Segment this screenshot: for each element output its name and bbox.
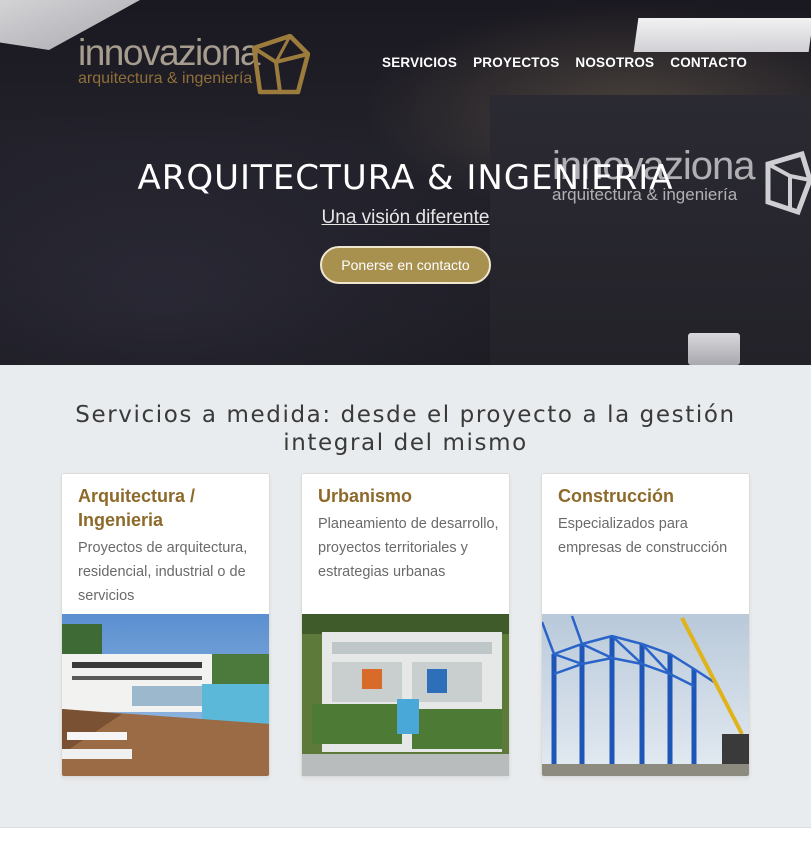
card-image-architecture xyxy=(62,614,269,776)
ceiling-light xyxy=(633,18,811,52)
logo-cube-icon xyxy=(251,34,310,95)
services-section: Servicios a medida: desde el proyecto a … xyxy=(0,365,811,827)
card-title: Urbanismo xyxy=(318,486,413,506)
card-title: Arquitectura / Ingenieria xyxy=(78,486,196,530)
services-heading-line2: integral del mismo xyxy=(283,430,528,456)
nav-proyectos[interactable]: PROYECTOS xyxy=(473,55,559,70)
service-card-arquitectura[interactable]: Arquitectura / Ingenieria Proyectos de a… xyxy=(61,473,270,777)
chair xyxy=(688,333,740,365)
logo-wordmark: innovaziona arquitectura & ingeniería xyxy=(78,32,260,87)
hero-subtitle-link[interactable]: Una visión diferente xyxy=(0,207,811,229)
card-title: Construcción xyxy=(558,486,675,506)
logo-tagline: arquitectura & ingeniería xyxy=(78,70,253,87)
services-heading: Servicios a medida: desde el proyecto a … xyxy=(60,401,751,457)
service-card-urbanismo[interactable]: Urbanismo Planeamiento de desarrollo, pr… xyxy=(301,473,510,777)
footer-strip xyxy=(0,827,811,854)
services-heading-line1: Servicios a medida: desde el proyecto a … xyxy=(75,402,736,428)
logo-word: innovaziona xyxy=(78,32,260,73)
card-description: Planeamiento de desarrollo, proyectos te… xyxy=(318,516,499,580)
card-image-urbanism xyxy=(302,614,509,776)
logo[interactable]: innovaziona arquitectura & ingeniería xyxy=(78,34,313,98)
nav-contacto[interactable]: CONTACTO xyxy=(670,55,747,70)
contact-cta-button[interactable]: Ponerse en contacto xyxy=(320,246,491,284)
card-description: Proyectos de arquitectura, residencial, … xyxy=(78,540,248,604)
office-wall xyxy=(490,95,811,365)
nav-servicios[interactable]: SERVICIOS xyxy=(382,55,457,70)
service-card-construccion[interactable]: Construcción Especializados para empresa… xyxy=(541,473,750,777)
hero-title: ARQUITECTURA & INGENIERIA xyxy=(137,158,674,198)
main-nav: SERVICIOS PROYECTOS NOSOTROS CONTACTO xyxy=(382,55,763,70)
nav-nosotros[interactable]: NOSOTROS xyxy=(575,55,654,70)
hero-section: innovaziona arquitectura & ingeniería in… xyxy=(0,0,811,365)
card-image-construction xyxy=(542,614,749,776)
card-description: Especializados para empresas de construc… xyxy=(558,516,728,556)
